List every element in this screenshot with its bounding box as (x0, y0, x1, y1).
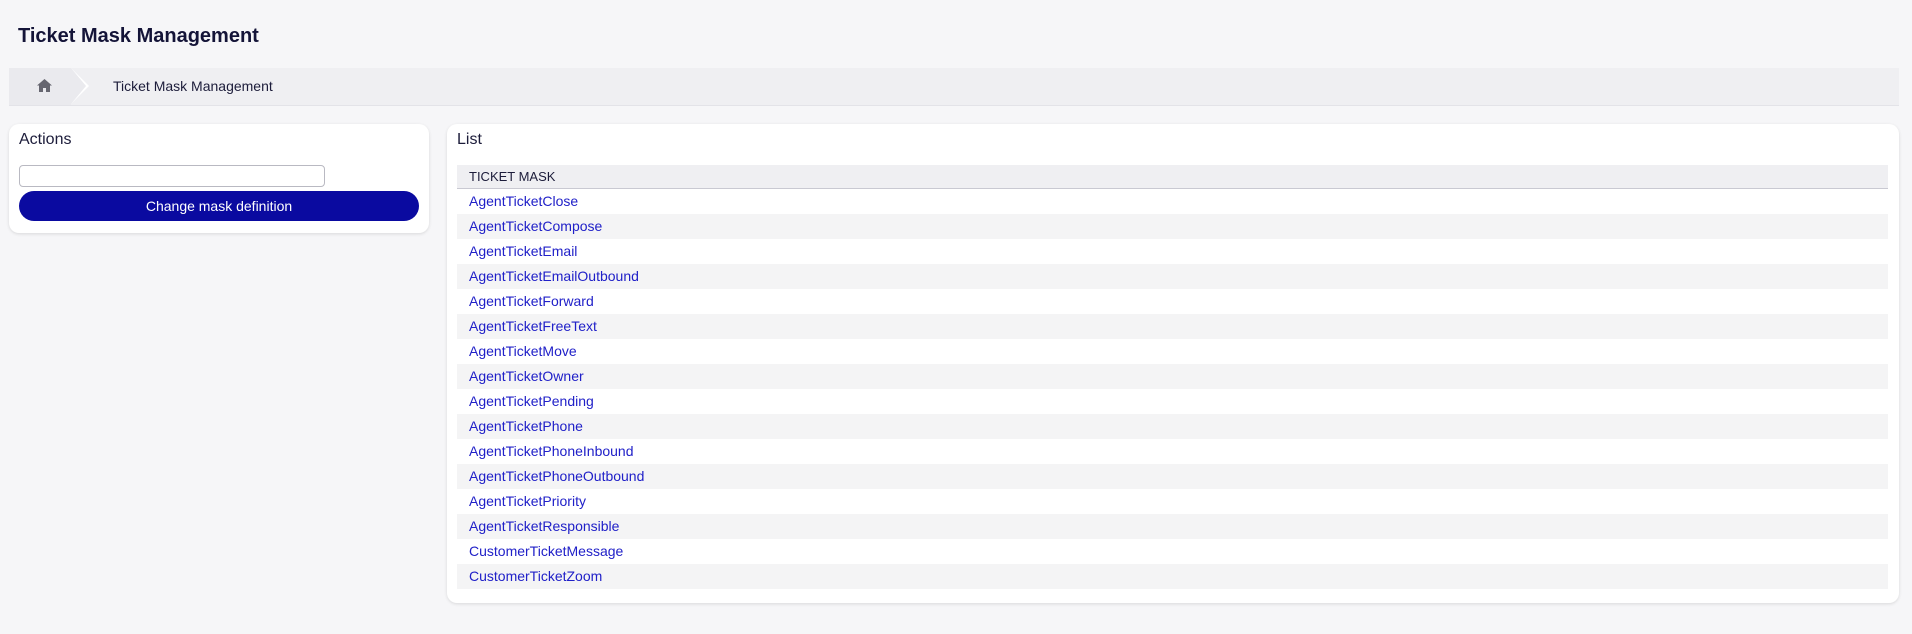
ticket-mask-link[interactable]: AgentTicketPhoneInbound (469, 443, 634, 459)
mask-select[interactable] (19, 165, 325, 187)
table-row: AgentTicketCompose (457, 214, 1888, 239)
column-header-ticket-mask: TICKET MASK (457, 165, 1888, 189)
table-row: AgentTicketClose (457, 189, 1888, 214)
ticket-mask-link[interactable]: AgentTicketPhoneOutbound (469, 468, 644, 484)
actions-panel: Actions Change mask definition (9, 124, 429, 233)
ticket-mask-link[interactable]: AgentTicketForward (469, 293, 594, 309)
table-row: CustomerTicketZoom (457, 564, 1888, 589)
ticket-mask-link[interactable]: AgentTicketCompose (469, 218, 602, 234)
ticket-mask-link[interactable]: AgentTicketEmail (469, 243, 577, 259)
ticket-mask-link[interactable]: AgentTicketFreeText (469, 318, 597, 334)
table-row: AgentTicketEmail (457, 239, 1888, 264)
table-row: AgentTicketPending (457, 389, 1888, 414)
breadcrumb-home[interactable] (9, 68, 71, 105)
ticket-mask-link[interactable]: AgentTicketResponsible (469, 518, 619, 534)
table-row: CustomerTicketMessage (457, 539, 1888, 564)
ticket-mask-link[interactable]: AgentTicketClose (469, 193, 578, 209)
table-row: AgentTicketPhoneOutbound (457, 464, 1888, 489)
ticket-mask-link[interactable]: CustomerTicketMessage (469, 543, 623, 559)
ticket-mask-link[interactable]: CustomerTicketZoom (469, 568, 602, 584)
table-row: AgentTicketFreeText (457, 314, 1888, 339)
table-row: AgentTicketForward (457, 289, 1888, 314)
breadcrumb-current: Ticket Mask Management (113, 78, 273, 94)
table-row: AgentTicketEmailOutbound (457, 264, 1888, 289)
change-mask-definition-button[interactable]: Change mask definition (19, 191, 419, 221)
ticket-mask-link[interactable]: AgentTicketPhone (469, 418, 583, 434)
ticket-mask-link[interactable]: AgentTicketOwner (469, 368, 584, 384)
list-title: List (457, 131, 482, 148)
table-row: AgentTicketPhoneInbound (457, 439, 1888, 464)
ticket-mask-link[interactable]: AgentTicketPending (469, 393, 594, 409)
table-row: AgentTicketOwner (457, 364, 1888, 389)
table-row: AgentTicketMove (457, 339, 1888, 364)
ticket-mask-link[interactable]: AgentTicketMove (469, 343, 577, 359)
table-row: AgentTicketPriority (457, 489, 1888, 514)
table-body: AgentTicketClose AgentTicketCompose AgentT… (457, 189, 1888, 589)
breadcrumb: Ticket Mask Management (9, 68, 1899, 106)
ticket-mask-link[interactable]: AgentTicketPriority (469, 493, 586, 509)
ticket-mask-link[interactable]: AgentTicketEmailOutbound (469, 268, 639, 284)
actions-title: Actions (19, 131, 72, 148)
page-title: Ticket Mask Management (18, 25, 259, 47)
list-panel: List TICKET MASK AgentTicketClose AgentTi… (447, 124, 1899, 603)
home-icon (37, 79, 52, 92)
table-row: AgentTicketPhone (457, 414, 1888, 439)
ticket-mask-table: TICKET MASK AgentTicketClose AgentTicketC… (457, 165, 1888, 589)
table-row: AgentTicketResponsible (457, 514, 1888, 539)
breadcrumb-separator-fill (71, 68, 86, 104)
